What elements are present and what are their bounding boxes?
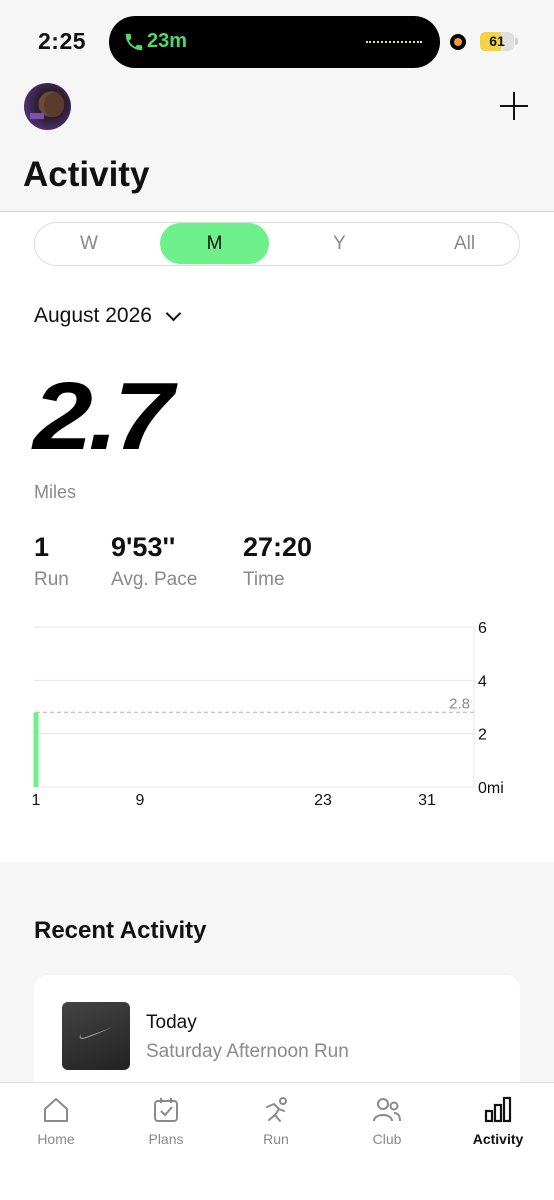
stat-label: Run [34,569,69,590]
stat-label: Time [243,569,285,590]
tab-bar: Home Plans Run Club Activity [0,1082,554,1200]
battery-level: 61 [489,33,505,49]
battery-nub [515,38,518,45]
tab-label: Plans [148,1131,184,1147]
chart-bar [33,712,39,787]
y-tick-label: 6 [478,620,487,637]
chevron-down-icon [165,305,182,321]
calendar-check-icon [154,1098,178,1122]
period-tab-week[interactable]: W [35,223,143,264]
y-tick-label: 0mi [478,780,504,797]
dynamic-island[interactable]: 23m [109,16,440,68]
home-icon [44,1098,68,1122]
period-selector: W M Y All [34,222,520,266]
status-time: 2:25 [38,28,87,54]
x-tick-label: 1 [32,792,41,809]
activity-thumbnail [62,1002,130,1070]
stat-value: 9'53'' [111,532,176,562]
audio-wave-icon [366,41,422,43]
total-distance: 2.7 [33,363,174,470]
phone-icon [125,33,143,51]
monthly-distance-chart[interactable]: 0mi 2 4 6 2.8 1 9 23 31 [0,617,554,817]
y-tick-label: 4 [478,673,487,690]
activity-date: Today [146,1012,197,1033]
tab-label: Home [37,1131,75,1147]
month-label: August 2026 [34,304,152,327]
battery-icon: 61 [480,32,514,51]
stat-value: 27:20 [243,532,313,562]
avatar[interactable] [24,83,71,130]
stat-value: 1 [34,532,50,562]
reference-line-label: 2.8 [449,695,470,712]
tab-label: Run [263,1131,289,1147]
swoosh-icon [79,1027,113,1039]
month-dropdown[interactable]: August 2026 [34,304,182,328]
distance-unit: Miles [34,482,77,502]
period-tab-month[interactable]: M [160,223,269,264]
x-tick-label: 9 [136,792,145,809]
tab-run[interactable]: Run [226,1095,326,1147]
plus-icon[interactable] [500,92,528,120]
x-tick-label: 23 [314,792,332,809]
period-tab-year[interactable]: Y [285,223,394,264]
status-bar: 2:25 23m 61 [0,0,554,78]
activity-summary: W M Y All August 2026 2.7 Miles 1 Run 9'… [0,212,554,862]
runner-icon [266,1097,287,1122]
tab-label: Club [372,1131,402,1147]
period-tab-all[interactable]: All [410,223,519,264]
y-tick-label: 2 [478,727,487,744]
people-icon [373,1098,401,1122]
recent-activity-title: Recent Activity [34,917,207,944]
tab-label: Activity [472,1131,524,1147]
stat-avg-pace: 9'53'' Avg. Pace [111,532,197,591]
activity-name: Saturday Afternoon Run [146,1041,349,1062]
page-title: Activity [23,155,150,194]
tab-home[interactable]: Home [6,1095,106,1147]
bar-chart-icon [484,1096,512,1123]
stat-label: Avg. Pace [111,569,198,590]
call-duration: 23m [147,30,188,52]
stat-runs: 1 Run [34,532,69,591]
tab-plans[interactable]: Plans [116,1095,216,1147]
tab-activity[interactable]: Activity [448,1095,548,1147]
stat-time: 27:20 Time [243,532,312,591]
recording-indicator-icon [450,34,466,50]
tab-club[interactable]: Club [337,1095,437,1147]
x-tick-label: 31 [418,792,436,809]
